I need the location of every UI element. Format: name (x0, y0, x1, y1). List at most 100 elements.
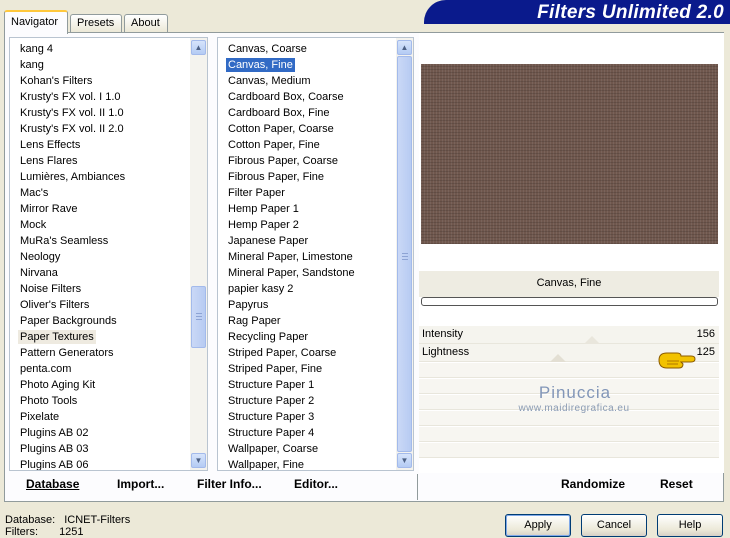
category-item[interactable]: Nirvana (10, 265, 190, 281)
category-item[interactable]: Pixelate (10, 409, 190, 425)
filter-item[interactable]: Structure Paper 1 (218, 377, 396, 393)
filter-item[interactable]: Canvas, Medium (218, 73, 396, 89)
randomize-button[interactable]: Randomize (561, 477, 625, 491)
category-item[interactable]: Lens Flares (10, 153, 190, 169)
category-item[interactable]: Krusty's FX vol. II 2.0 (10, 121, 190, 137)
category-item[interactable]: Mac's (10, 185, 190, 201)
category-item[interactable]: kang 4 (10, 41, 190, 57)
filter-item[interactable]: Rag Paper (218, 313, 396, 329)
filter-item[interactable]: Hemp Paper 2 (218, 217, 396, 233)
bottom-toolbar: Database Import... Filter Info... Editor… (9, 474, 719, 500)
scroll-up-arrow-icon[interactable]: ▲ (397, 40, 412, 55)
database-button[interactable]: Database (26, 477, 79, 491)
filter-item[interactable]: Fibrous Paper, Coarse (218, 153, 396, 169)
watermark-name: Pinuccia (538, 383, 612, 402)
category-items: kang 4 kang Kohan's Filters Krusty's FX vol… (10, 41, 190, 470)
param-value: 156 (696, 328, 715, 340)
category-item[interactable]: Mirror Rave (10, 201, 190, 217)
scroll-thumb[interactable] (397, 56, 412, 452)
lightness-slider-pointer[interactable] (550, 354, 567, 362)
category-item[interactable]: MuRa's Seamless (10, 233, 190, 249)
filter-item[interactable]: Striped Paper, Fine (218, 361, 396, 377)
filter-items: Canvas, Coarse Canvas, Fine Canvas, Medium… (218, 41, 396, 470)
progress-bar (421, 297, 718, 306)
category-item[interactable]: Pattern Generators (10, 345, 190, 361)
filter-item[interactable]: Recycling Paper (218, 329, 396, 345)
category-item[interactable]: Plugins AB 02 (10, 425, 190, 441)
filter-item[interactable]: Wallpaper, Coarse (218, 441, 396, 457)
filter-item[interactable]: Striped Paper, Coarse (218, 345, 396, 361)
category-item[interactable]: Photo Aging Kit (10, 377, 190, 393)
category-item[interactable]: penta.com (10, 361, 190, 377)
database-status: Database: ICNET-Filters (5, 514, 131, 526)
category-item[interactable]: Paper Backgrounds (10, 313, 190, 329)
scroll-down-arrow-icon[interactable]: ▼ (397, 453, 412, 468)
filter-info-button[interactable]: Filter Info... (197, 477, 262, 491)
app-title: Filters Unlimited 2.0 (537, 2, 724, 23)
filters-count-status: Filters: 1251 (5, 526, 84, 538)
filter-scrollbar[interactable]: ▲ ▼ (396, 38, 413, 470)
tab-navigator[interactable]: Navigator (4, 10, 68, 34)
scroll-up-arrow-icon[interactable]: ▲ (191, 40, 206, 55)
reset-button[interactable]: Reset (660, 477, 693, 491)
navigator-panel: kang 4 kang Kohan's Filters Krusty's FX vol… (4, 32, 724, 502)
category-list[interactable]: kang 4 kang Kohan's Filters Krusty's FX vol… (9, 37, 208, 471)
pointing-hand-icon (658, 352, 696, 369)
intensity-slider-pointer[interactable] (584, 336, 601, 344)
category-item[interactable]: Plugins AB 03 (10, 441, 190, 457)
filter-item[interactable]: Structure Paper 2 (218, 393, 396, 409)
category-item[interactable]: Plugins AB 06 (10, 457, 190, 470)
filter-item[interactable]: Canvas, Coarse (218, 41, 396, 57)
filter-name-label: Canvas, Fine (419, 271, 719, 297)
category-item[interactable]: kang (10, 57, 190, 73)
param-value: 125 (696, 346, 715, 358)
filter-item[interactable]: Mineral Paper, Sandstone (218, 265, 396, 281)
tab-about[interactable]: About (124, 14, 168, 33)
param-label: Intensity (422, 328, 463, 340)
param-label: Lightness (422, 346, 470, 358)
help-button[interactable]: Help (657, 514, 723, 537)
title-banner: Filters Unlimited 2.0 (424, 0, 730, 24)
filter-item[interactable]: Wallpaper, Fine (218, 457, 396, 470)
apply-button[interactable]: Apply (505, 514, 571, 537)
editor-button[interactable]: Editor... (294, 477, 338, 491)
category-scrollbar[interactable]: ▲ ▼ (190, 38, 207, 470)
filter-item[interactable]: Structure Paper 3 (218, 409, 396, 425)
filter-item[interactable]: papier kasy 2 (218, 281, 396, 297)
toolbar-divider (417, 474, 418, 500)
category-item[interactable]: Neology (10, 249, 190, 265)
filter-item[interactable]: Hemp Paper 1 (218, 201, 396, 217)
category-item[interactable]: Mock (10, 217, 190, 233)
texture-preview (421, 64, 718, 244)
category-item[interactable]: Photo Tools (10, 393, 190, 409)
watermark-url: www.maidiregrafica.eu (518, 403, 630, 414)
category-item[interactable]: Lens Effects (10, 137, 190, 153)
category-item[interactable]: Paper Textures (10, 329, 190, 345)
filter-item[interactable]: Papyrus (218, 297, 396, 313)
category-item[interactable]: Lumières, Ambiances (10, 169, 190, 185)
import-button[interactable]: Import... (117, 477, 164, 491)
category-item[interactable]: Noise Filters (10, 281, 190, 297)
filter-item[interactable]: Cotton Paper, Fine (218, 137, 396, 153)
scroll-thumb[interactable] (191, 286, 206, 348)
filter-item[interactable]: Canvas, Fine (218, 57, 396, 73)
category-item[interactable]: Kohan's Filters (10, 73, 190, 89)
tab-presets[interactable]: Presets (70, 14, 122, 33)
filter-item[interactable]: Cardboard Box, Coarse (218, 89, 396, 105)
preview-area: Canvas, Fine Intensity 156 Lightness 125… (419, 33, 724, 473)
filter-item[interactable]: Filter Paper (218, 185, 396, 201)
param-row-empty (419, 443, 719, 458)
category-item[interactable]: Oliver's Filters (10, 297, 190, 313)
filter-item[interactable]: Fibrous Paper, Fine (218, 169, 396, 185)
category-item[interactable]: Krusty's FX vol. II 1.0 (10, 105, 190, 121)
filter-item[interactable]: Cardboard Box, Fine (218, 105, 396, 121)
filter-item[interactable]: Cotton Paper, Coarse (218, 121, 396, 137)
param-intensity[interactable]: Intensity 156 (419, 326, 719, 344)
filter-item[interactable]: Japanese Paper (218, 233, 396, 249)
filter-list[interactable]: Canvas, Coarse Canvas, Fine Canvas, Medium… (217, 37, 414, 471)
category-item[interactable]: Krusty's FX vol. I 1.0 (10, 89, 190, 105)
scroll-down-arrow-icon[interactable]: ▼ (191, 453, 206, 468)
cancel-button[interactable]: Cancel (581, 514, 647, 537)
filter-item[interactable]: Structure Paper 4 (218, 425, 396, 441)
filter-item[interactable]: Mineral Paper, Limestone (218, 249, 396, 265)
